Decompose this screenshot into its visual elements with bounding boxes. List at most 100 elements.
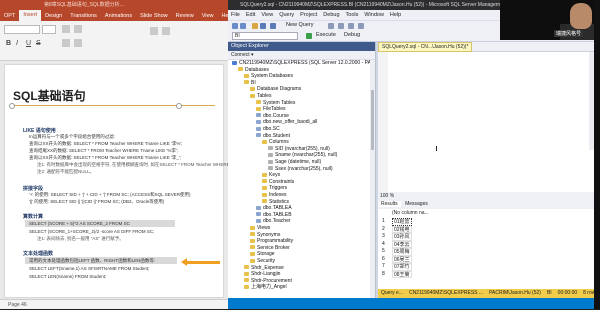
- menu-item[interactable]: Help: [387, 12, 404, 18]
- underline-button[interactable]: U: [26, 39, 31, 48]
- menu-item[interactable]: Debug: [320, 12, 342, 18]
- align-icon[interactable]: [62, 25, 70, 33]
- tree-node-label: Sage (datetime, null): [275, 159, 322, 165]
- tree-node-label: Synonyms: [257, 231, 281, 238]
- sql-code-area[interactable]: [378, 52, 594, 192]
- strikethrough-button[interactable]: S: [36, 39, 41, 48]
- presenter-face: [570, 3, 592, 29]
- tree-node[interactable]: 上海电力_Angel: [244, 284, 287, 291]
- grid-cell[interactable]: 03孙风: [392, 233, 412, 241]
- table-icon: [256, 113, 261, 118]
- grid-cell[interactable]: 08王菊: [392, 270, 412, 278]
- folder-icon: [238, 67, 243, 72]
- grid-column-header[interactable]: (No column na...: [392, 210, 429, 217]
- grid-cell[interactable]: 04李云: [392, 240, 412, 248]
- arrange-icon[interactable]: [162, 27, 170, 35]
- ppt-tab[interactable]: OPT: [0, 13, 19, 19]
- ppt-tab[interactable]: Insert: [19, 10, 42, 21]
- table-icon: [256, 219, 261, 224]
- tab-results[interactable]: Results: [378, 201, 401, 207]
- slide-text-line: 查询结尾XX的数据: SELECT * FROM Teacher WHERE T…: [29, 148, 179, 153]
- menu-item[interactable]: Tools: [343, 12, 362, 18]
- tree-scrollbar[interactable]: [370, 60, 375, 298]
- menu-item[interactable]: Edit: [243, 12, 258, 18]
- ppt-tab[interactable]: Design: [41, 13, 66, 19]
- tree-node-label: dbo.new_offer_baodi_all: [263, 119, 318, 126]
- slide-text-line: SELECT LEN(Sname) FROM Student;: [29, 274, 107, 279]
- grid-cell[interactable]: 01赵雷: [392, 218, 412, 226]
- font-name-box[interactable]: [4, 25, 40, 34]
- slide-text-line: '+' 的使用: SELECT SID + '|' + CID + '|' FR…: [29, 192, 191, 197]
- scroll-thumb[interactable]: [371, 90, 374, 150]
- new-query-button[interactable]: New Query: [286, 22, 314, 28]
- folder-icon: [244, 285, 249, 290]
- cut-icon[interactable]: [348, 23, 354, 29]
- bold-button[interactable]: B: [6, 39, 11, 48]
- resize-handle[interactable]: [176, 103, 182, 109]
- slide-text-line: 注2: 通配符不能匹配NULL。: [37, 169, 95, 174]
- status-field: 8 rows: [583, 290, 594, 296]
- ppt-status-bar: Page 46: [0, 299, 228, 309]
- folder-icon: [250, 258, 255, 263]
- tree-node-label: System Databases: [251, 73, 293, 80]
- column-icon: [268, 159, 273, 164]
- indent-icon[interactable]: [74, 25, 82, 33]
- font-size-box[interactable]: [42, 25, 56, 34]
- folder-icon: [262, 199, 267, 204]
- save-all-icon[interactable]: [270, 23, 276, 29]
- execute-button[interactable]: Execute: [316, 32, 336, 38]
- tree-node-label: Constraints: [269, 178, 295, 185]
- forward-icon[interactable]: [240, 23, 246, 29]
- grid-cell[interactable]: 07郑竹: [392, 263, 412, 271]
- folder-icon: [250, 238, 255, 243]
- results-grid[interactable]: (No column na... 1 01赵雷 2 02钱电 3 03孙风 4 04李云 5 05…: [378, 209, 594, 289]
- query-tab[interactable]: SQLQuery2.sql - CN...\Jason.Hu (52))*: [378, 42, 473, 52]
- menu-item[interactable]: File: [228, 12, 243, 18]
- resize-handle[interactable]: [9, 103, 15, 109]
- tree-node-label: Shdr-Procurement: [251, 277, 292, 284]
- ppt-tab[interactable]: Animations: [101, 13, 136, 19]
- tree-node-label: CN2119940MZ\SQLEXPRESS (SQL Server 12.0.…: [239, 60, 375, 66]
- menu-item[interactable]: Query: [276, 12, 297, 18]
- slide-text-line: 查询以XX开头的数据: SELECT * FROM Teacher WHERE …: [29, 155, 182, 160]
- numbering-icon[interactable]: [74, 39, 82, 47]
- debug-button[interactable]: Debug: [344, 32, 360, 38]
- zoom-level[interactable]: 100 %: [378, 192, 594, 200]
- execute-icon[interactable]: [306, 33, 312, 39]
- save-icon[interactable]: [260, 23, 266, 29]
- results-tab-strip: Results Messages: [378, 200, 594, 209]
- back-icon[interactable]: [232, 23, 238, 29]
- tree-node-label: Service Broker: [257, 244, 290, 251]
- slide-text-line: 注1: 表间除去, 别名一般用 "AS" 进行赋予。: [37, 236, 124, 241]
- ppt-tab[interactable]: Transitions: [66, 13, 101, 19]
- connect-button[interactable]: Connect ▾: [228, 51, 375, 60]
- ppt-tab[interactable]: View: [198, 13, 218, 19]
- database-select[interactable]: BI: [232, 32, 298, 40]
- db-engine-icon[interactable]: [328, 23, 334, 29]
- status-field: CN2119940MZ\SQLEXPRESS ...: [408, 290, 484, 296]
- copy-icon[interactable]: [358, 23, 364, 29]
- menu-item[interactable]: Project: [297, 12, 320, 18]
- tree-node-label: BI: [251, 79, 256, 86]
- grid-cell[interactable]: 06吴兰: [392, 255, 412, 263]
- tab-messages[interactable]: Messages: [402, 201, 431, 207]
- slide-text-line: 常用的文本处理函数包括LEFT 函数、RIGHT函数和LEN函数等:: [29, 258, 156, 263]
- grid-cell[interactable]: 02钱电: [392, 225, 412, 233]
- italic-button[interactable]: I: [16, 39, 18, 48]
- open-icon[interactable]: [252, 23, 258, 29]
- shape-icon[interactable]: [150, 27, 158, 35]
- slide-canvas[interactable]: SQL基础语句 LIKE 语句使用 In运算符与一个或多个字段组合使用的过滤: …: [4, 64, 230, 298]
- grid-cell[interactable]: 05周梅: [392, 248, 412, 256]
- analysis-icon[interactable]: [338, 23, 344, 29]
- tree-node-label: Statistics: [269, 198, 290, 205]
- status-field: BI: [546, 290, 552, 296]
- bullet-icon[interactable]: [62, 39, 70, 47]
- ppt-tab[interactable]: Review: [172, 13, 198, 19]
- folder-icon: [250, 245, 255, 250]
- menu-item[interactable]: View: [258, 12, 276, 18]
- folder-icon: [256, 100, 261, 105]
- menu-item[interactable]: Window: [361, 12, 387, 18]
- tree-node-label: Indexes: [269, 192, 287, 198]
- ppt-tab[interactable]: Slide Show: [136, 13, 172, 19]
- presenter-label: 瑞捷风格号: [554, 30, 584, 37]
